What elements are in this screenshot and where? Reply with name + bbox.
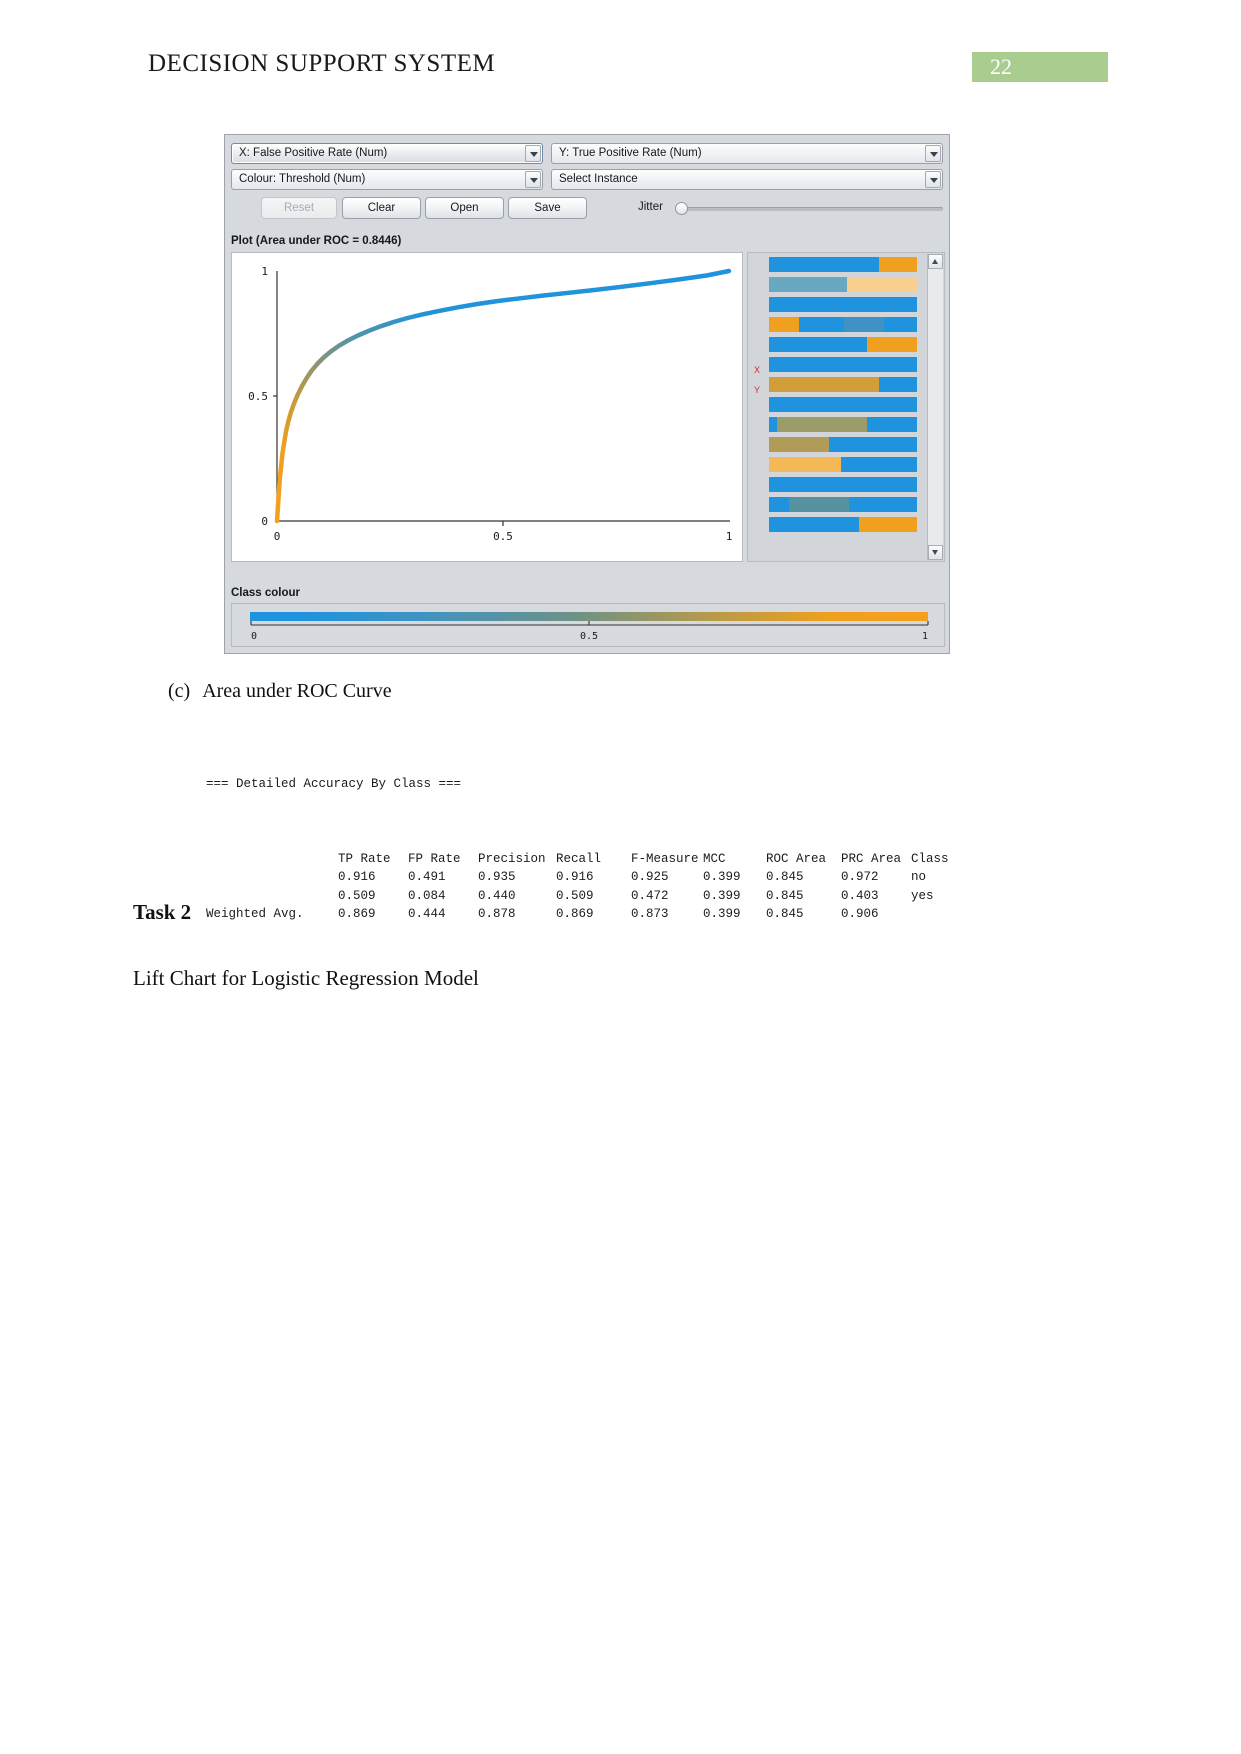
column-header-class: Class [911, 851, 949, 866]
colour-select-value: Colour: Threshold (Num) [239, 173, 366, 185]
column-header-fp-rate: FP Rate [408, 851, 461, 866]
figure-caption-number: (c) [168, 680, 191, 702]
instance-select[interactable]: Select Instance [551, 169, 943, 190]
page-number-badge: 22 [972, 52, 1108, 82]
accuracy-output-title: === Detailed Accuracy By Class === [206, 777, 462, 791]
cell-precision: 0.935 [478, 870, 516, 884]
weka-roc-visualize-panel: X: False Positive Rate (Num) Y: True Pos… [224, 134, 950, 654]
cell-fp-rate: 0.444 [408, 907, 446, 921]
attribute-strips-svg [769, 257, 917, 532]
column-header-tp-rate: TP Rate [338, 851, 391, 866]
chevron-down-icon[interactable] [925, 171, 941, 188]
cell-precision: 0.440 [478, 888, 516, 903]
class-colour-axis: 0 0.5 1 [250, 621, 929, 642]
save-button[interactable]: Save [508, 197, 587, 219]
svg-text:0: 0 [261, 515, 268, 528]
jitter-slider-track[interactable] [681, 207, 943, 211]
clear-button[interactable]: Clear [342, 197, 421, 219]
svg-text:1: 1 [261, 265, 268, 278]
colour-select[interactable]: Colour: Threshold (Num) [231, 169, 543, 190]
strip-scrollbar[interactable] [927, 254, 943, 560]
cell-roc-area: 0.845 [766, 870, 804, 884]
cell-recall: 0.916 [556, 870, 594, 884]
detailed-accuracy-output: === Detailed Accuracy By Class === TP Ra… [206, 738, 949, 942]
cell-class [911, 905, 949, 924]
cell-class: no [911, 870, 927, 884]
accuracy-table: TP Rate FP Rate Precision Recall F-Measu… [206, 850, 949, 924]
y-axis-select[interactable]: Y: True Positive Rate (Num) [551, 143, 943, 164]
table-row: 0.509 0.084 0.440 0.509 0.472 0.399 0.84… [206, 887, 949, 906]
cell-tp-rate: 0.869 [338, 907, 376, 921]
scroll-up-icon[interactable] [928, 254, 943, 269]
class-colour-label: Class colour [231, 587, 301, 599]
cell-prc-area: 0.906 [841, 907, 879, 921]
svg-text:1: 1 [922, 631, 928, 642]
jitter-slider-knob[interactable] [675, 202, 688, 215]
roc-curve [274, 268, 732, 524]
table-row: 0.916 0.491 0.935 0.916 0.925 0.399 0.84… [206, 868, 949, 887]
page-header: DECISION SUPPORT SYSTEM 22 [0, 0, 1241, 110]
page-number: 22 [990, 54, 1012, 79]
table-row: Weighted Avg. 0.869 0.444 0.878 0.869 0.… [206, 905, 949, 924]
cell-f-measure: 0.925 [631, 870, 669, 884]
svg-text:0: 0 [274, 530, 281, 543]
column-header-precision: Precision [478, 851, 546, 866]
svg-text:0: 0 [251, 631, 257, 642]
cell-recall: 0.509 [556, 888, 594, 903]
svg-text:1: 1 [726, 530, 733, 543]
cell-mcc: 0.399 [703, 888, 741, 903]
cell-prc-area: 0.972 [841, 870, 879, 884]
scroll-down-icon[interactable] [928, 545, 943, 560]
column-header-prc-area: PRC Area [841, 851, 902, 866]
cell-mcc: 0.399 [703, 870, 741, 884]
attribute-strip-panel[interactable]: X Y [747, 252, 945, 562]
figure-caption: (c) Area under ROC Curve [168, 680, 392, 703]
cell-roc-area: 0.845 [766, 888, 804, 903]
class-colour-panel: 0 0.5 1 [231, 603, 945, 647]
cell-f-measure: 0.873 [631, 907, 669, 921]
svg-text:0.5: 0.5 [580, 631, 598, 642]
task-body-text: Lift Chart for Logistic Regression Model [133, 966, 479, 990]
column-header-mcc: MCC [703, 851, 726, 866]
cell-tp-rate: 0.509 [338, 888, 376, 903]
svg-text:0.5: 0.5 [493, 530, 513, 543]
cell-mcc: 0.399 [703, 907, 741, 921]
cell-roc-area: 0.845 [766, 907, 804, 921]
instance-select-value: Select Instance [559, 173, 638, 185]
row-label: Weighted Avg. [206, 907, 304, 921]
cell-recall: 0.869 [556, 907, 594, 921]
roc-plot-svg: 1 0.5 0 0 0.5 1 [248, 265, 733, 543]
figure-caption-text: Area under ROC Curve [202, 680, 392, 702]
cell-f-measure: 0.472 [631, 888, 669, 903]
plot-title: Plot (Area under ROC = 0.8446) [231, 235, 402, 247]
open-button[interactable]: Open [425, 197, 504, 219]
cell-tp-rate: 0.916 [338, 870, 376, 884]
table-header-row: TP Rate FP Rate Precision Recall F-Measu… [206, 850, 949, 869]
cell-fp-rate: 0.491 [408, 870, 446, 884]
svg-text:0.5: 0.5 [248, 390, 268, 403]
row-label [206, 887, 338, 906]
class-colour-gradient-bar [250, 612, 928, 621]
column-header-f-measure: F-Measure [631, 851, 699, 866]
column-header-recall: Recall [556, 851, 602, 866]
chevron-down-icon[interactable] [525, 171, 541, 188]
chevron-down-icon[interactable] [525, 145, 541, 162]
jitter-label: Jitter [638, 201, 663, 213]
cell-prc-area: 0.403 [841, 888, 879, 903]
page-title: DECISION SUPPORT SYSTEM [148, 50, 496, 77]
task-heading: Task 2 [133, 900, 192, 924]
row-label [206, 868, 338, 887]
row-label-header [206, 850, 338, 869]
cell-class: yes [911, 888, 934, 903]
roc-plot-area[interactable]: 1 0.5 0 0 0.5 1 [231, 252, 743, 562]
cell-precision: 0.878 [478, 907, 516, 921]
reset-button[interactable]: Reset [261, 197, 337, 219]
x-axis-select[interactable]: X: False Positive Rate (Num) [231, 143, 543, 164]
x-axis-select-value: X: False Positive Rate (Num) [239, 147, 388, 159]
y-axis-select-value: Y: True Positive Rate (Num) [559, 147, 702, 159]
cell-fp-rate: 0.084 [408, 888, 446, 903]
chevron-down-icon[interactable] [925, 145, 941, 162]
column-header-roc-area: ROC Area [766, 851, 827, 866]
